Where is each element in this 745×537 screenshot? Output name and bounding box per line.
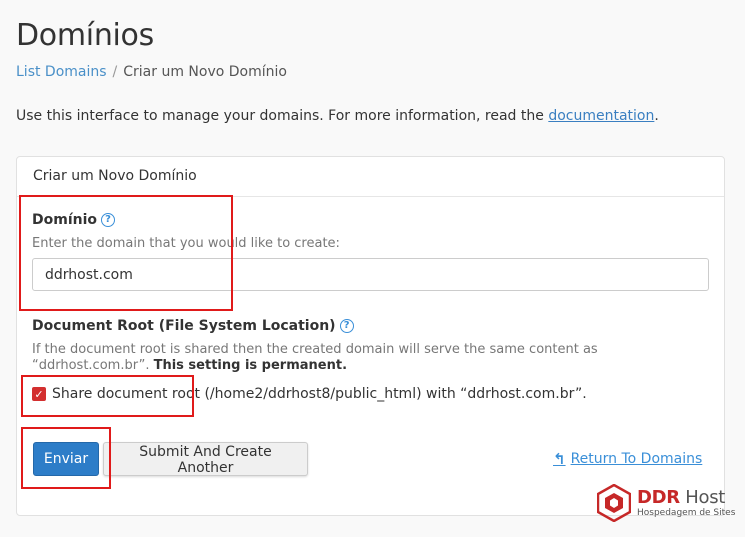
ddr-host-logo-icon (597, 484, 631, 522)
page: Domínios List Domains / Criar um Novo Do… (0, 0, 745, 537)
share-docroot-row[interactable]: ✓ Share document root (/home2/ddrhost8/p… (32, 386, 587, 402)
breadcrumb: List Domains / Criar um Novo Domínio (16, 64, 287, 80)
domain-help-icon[interactable]: ? (101, 213, 116, 227)
brand-watermark: DDR Host Hospedagem de Sites (597, 484, 735, 522)
return-arrow-icon: ↰ (553, 450, 566, 468)
submit-and-create-another-button[interactable]: Submit And Create Another (103, 442, 308, 476)
documentation-link[interactable]: documentation (548, 108, 654, 124)
panel-heading: Criar um Novo Domínio (17, 157, 724, 197)
domain-label-text: Domínio (32, 212, 98, 228)
page-title: Domínios (16, 18, 154, 53)
brand-name-ddr: DDR (637, 486, 680, 508)
return-to-domains-link[interactable]: ↰ Return To Domains (553, 450, 702, 468)
brand-subtitle: Hospedagem de Sites (637, 507, 736, 518)
docroot-hint: If the document root is shared then the … (32, 342, 712, 374)
brand-name-host: Host (679, 486, 726, 508)
breadcrumb-separator: / (112, 64, 118, 80)
share-docroot-checkbox[interactable]: ✓ (32, 387, 46, 401)
return-to-domains-label: Return To Domains (570, 451, 703, 467)
intro-sentence: Use this interface to manage your domain… (16, 108, 549, 124)
docroot-help-icon[interactable]: ? (339, 319, 354, 333)
create-domain-panel: Criar um Novo Domínio Domínio ? Enter th… (16, 156, 725, 516)
domain-input[interactable] (32, 258, 709, 291)
breadcrumb-list-domains[interactable]: List Domains (16, 64, 107, 80)
submit-button[interactable]: Enviar (33, 442, 99, 476)
docroot-label: Document Root (File System Location) ? (32, 318, 354, 334)
domain-label: Domínio ? (32, 212, 116, 228)
docroot-label-text: Document Root (File System Location) (32, 318, 336, 334)
brand-name: DDR Host (637, 486, 735, 508)
intro-text: Use this interface to manage your domain… (16, 108, 659, 124)
brand-text: DDR Host Hospedagem de Sites (637, 486, 736, 518)
docroot-hint-permanent: This setting is permanent. (153, 358, 348, 373)
intro-end: . (654, 108, 659, 124)
breadcrumb-current: Criar um Novo Domínio (123, 64, 287, 80)
domain-hint: Enter the domain that you would like to … (32, 236, 340, 251)
share-docroot-label[interactable]: Share document root (/home2/ddrhost8/pub… (52, 386, 587, 402)
